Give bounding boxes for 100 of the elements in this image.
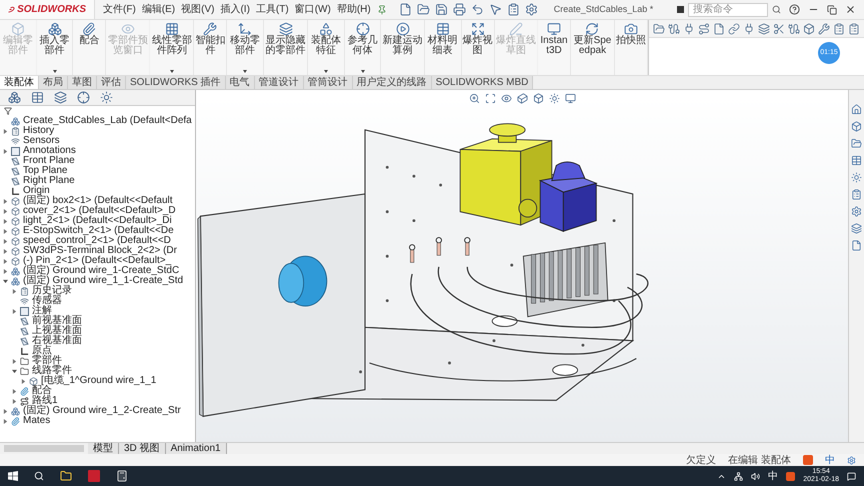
search-icon[interactable] [772, 5, 781, 14]
clipboard-icon[interactable] [833, 22, 845, 34]
part-icon[interactable] [803, 22, 815, 34]
tree-item[interactable]: 注解 [32, 306, 52, 316]
expand-arrow-icon[interactable] [12, 358, 16, 364]
calculator-icon[interactable] [116, 470, 128, 482]
printer-icon[interactable] [452, 3, 466, 16]
ribbon-button[interactable]: 配合 [73, 20, 106, 75]
undo-icon[interactable] [470, 3, 484, 16]
menu-item[interactable]: 编辑(E) [142, 4, 176, 16]
file-properties-icon[interactable] [506, 3, 520, 16]
expand-arrow-icon[interactable] [2, 418, 8, 424]
ribbon-button[interactable]: 移动零部件 [227, 20, 264, 75]
display-style-icon[interactable] [532, 92, 544, 104]
folder-icon[interactable] [653, 22, 665, 34]
view-orientation-icon[interactable] [516, 92, 528, 104]
expand-arrow-icon[interactable] [2, 408, 8, 414]
tree-item[interactable]: [电缆_1^Ground wire_1_1 [41, 376, 156, 386]
ribbon-button[interactable]: 新建运动算例 [381, 20, 425, 75]
expand-arrow-icon[interactable] [2, 258, 8, 264]
tree-item[interactable]: E-StopSwitch_2<1> (Default<<De [23, 226, 174, 236]
ime-language-indicator[interactable]: 中 [825, 454, 835, 466]
save-icon[interactable] [434, 3, 448, 16]
tree-item[interactable]: 配合 [32, 386, 52, 396]
caret-icon[interactable] [360, 70, 365, 73]
menu-item[interactable]: 插入(I) [220, 4, 250, 16]
expand-arrow-icon[interactable] [2, 238, 8, 244]
ribbon-tab[interactable]: 电气 [226, 76, 255, 89]
layers-icon[interactable] [758, 22, 770, 34]
help-icon[interactable] [789, 4, 800, 15]
caret-icon[interactable] [52, 70, 57, 73]
expand-arrow-icon[interactable] [20, 378, 26, 384]
link-icon[interactable] [728, 22, 740, 34]
tree-item[interactable]: 原点 [32, 346, 52, 356]
tree-item[interactable]: 右视基准面 [32, 336, 82, 346]
windows-logo-icon[interactable] [8, 471, 18, 481]
notification-icon[interactable] [847, 472, 856, 480]
tree-item[interactable]: (-) Pin_2<1> (Default<<Default>_ [23, 256, 172, 266]
volume-icon[interactable] [751, 472, 760, 480]
part-icon[interactable] [851, 121, 862, 132]
open-folder-icon[interactable] [416, 3, 430, 16]
collapse-arrow-icon[interactable] [12, 368, 16, 374]
expand-arrow-icon[interactable] [2, 208, 8, 214]
tree-item[interactable]: 传感器 [32, 296, 62, 306]
tree-item[interactable]: 前视基准面 [32, 316, 82, 326]
view-tab[interactable]: 模型 [88, 443, 119, 454]
select-pointer-icon[interactable] [488, 3, 502, 16]
ime-indicator[interactable]: 中 [768, 468, 778, 484]
appearance-icon[interactable] [851, 172, 862, 183]
menu-item[interactable]: 窗口(W) [294, 4, 331, 16]
ribbon-tab[interactable]: 装配体 [0, 76, 39, 89]
expand-arrow-icon[interactable] [2, 148, 8, 154]
clipboard-icon[interactable] [848, 22, 860, 34]
ribbon-tab[interactable]: SOLIDWORKS 插件 [126, 76, 226, 89]
ribbon-tab[interactable]: 管筒设计 [304, 76, 353, 89]
ribbon-button[interactable]: 参考几何体 [344, 20, 382, 75]
monitor-icon[interactable] [564, 92, 576, 104]
expand-arrow-icon[interactable] [12, 288, 16, 294]
tree-item[interactable]: (固定) Ground wire_1_2-Create_Str [23, 406, 181, 416]
expand-arrow-icon[interactable] [2, 198, 8, 204]
expand-arrow-icon[interactable] [2, 128, 8, 134]
tree-item[interactable]: Right Plane [23, 176, 75, 186]
search-field[interactable]: 搜索命令 [688, 2, 768, 16]
ribbon-tab[interactable]: 布局 [39, 76, 68, 89]
tree-item[interactable]: SW3dPS-Terminal Block_2<2> (Dr [23, 246, 177, 256]
table-icon[interactable] [851, 155, 862, 166]
ribbon-button[interactable]: 智能扣件 [194, 20, 228, 75]
plug-icon[interactable] [743, 22, 755, 34]
tree-item[interactable]: 上视基准面 [32, 326, 82, 336]
cable-icon[interactable] [788, 22, 800, 34]
tree-item[interactable]: Create_StdCables_Lab (Default<Defa [23, 116, 192, 126]
cable-icon[interactable] [668, 22, 680, 34]
caret-icon[interactable] [243, 70, 248, 73]
ribbon-tab[interactable]: SOLIDWORKS MBD [432, 76, 534, 89]
ribbon-tab[interactable]: 评估 [97, 76, 126, 89]
zoom-icon[interactable] [468, 92, 480, 104]
ribbon-button[interactable]: 更新Speedpak [570, 20, 615, 75]
collapse-arrow-icon[interactable] [2, 278, 8, 284]
expand-arrow-icon[interactable] [12, 308, 16, 314]
tree-item[interactable]: (固定) Ground wire_1-Create_StdC [23, 266, 180, 276]
menu-item[interactable]: 帮助(H) [336, 4, 371, 16]
expand-arrow-icon[interactable] [12, 388, 16, 394]
tree-item[interactable]: History [23, 126, 54, 136]
menu-item[interactable]: 文件(F) [103, 4, 136, 16]
horizontal-scrollbar[interactable] [4, 445, 84, 452]
appearance-icon[interactable] [548, 92, 560, 104]
network-icon[interactable] [734, 472, 744, 480]
list-icon[interactable] [851, 189, 862, 200]
restore-icon[interactable] [827, 4, 837, 14]
tree-item[interactable]: Origin [23, 186, 50, 196]
tree-item[interactable]: Mates [23, 416, 50, 426]
caret-icon[interactable] [324, 70, 328, 73]
tree-item[interactable]: 零部件 [32, 356, 62, 366]
caret-icon[interactable] [170, 70, 174, 73]
tree-item[interactable]: Front Plane [23, 156, 75, 166]
file-icon[interactable] [851, 240, 862, 251]
ribbon-button[interactable]: 显示隐藏的零部件 [264, 20, 308, 75]
folder-icon[interactable] [851, 138, 862, 149]
route-icon[interactable] [698, 22, 710, 34]
view-tab[interactable]: Animation1 [166, 443, 227, 454]
